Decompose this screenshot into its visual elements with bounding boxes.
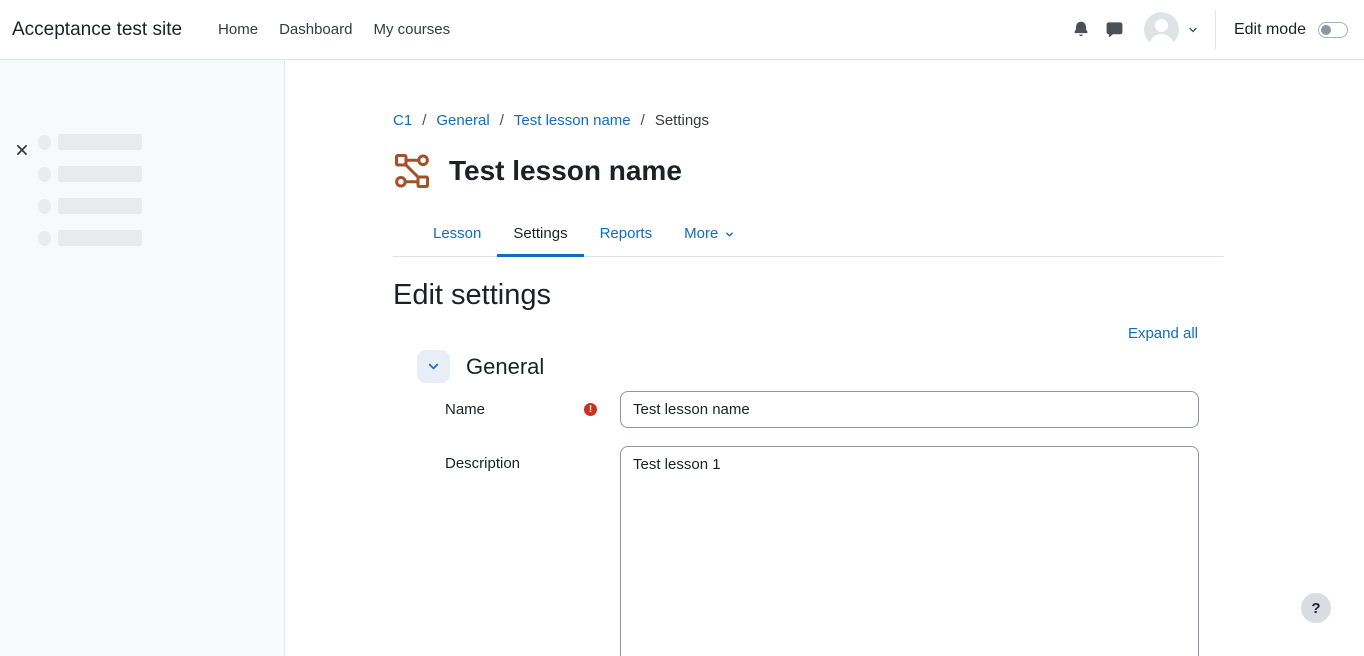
edit-mode-toggle[interactable]: [1318, 22, 1348, 38]
tab-lesson[interactable]: Lesson: [417, 215, 497, 257]
main-content: C1 / General / Test lesson name / Settin…: [285, 60, 1364, 656]
form-row-name: Name !: [445, 391, 1224, 428]
section-general-header: General: [417, 350, 1224, 383]
avatar: [1144, 12, 1179, 47]
edit-mode-label: Edit mode: [1234, 21, 1306, 39]
expand-all-link[interactable]: Expand all: [1128, 325, 1198, 342]
navbar-divider: [1215, 11, 1216, 49]
skeleton-row: [38, 134, 284, 150]
expand-all-row: Expand all: [393, 325, 1224, 343]
form-heading: Edit settings: [393, 279, 1224, 312]
chat-bubble-icon: [1105, 20, 1124, 39]
tab-more[interactable]: More: [668, 215, 751, 257]
breadcrumb-course[interactable]: C1: [393, 112, 412, 129]
navbar-right: Edit mode: [1064, 11, 1348, 49]
breadcrumb-separator: /: [641, 112, 645, 129]
description-textarea[interactable]: Test lesson 1: [620, 446, 1199, 656]
bell-icon: [1071, 20, 1091, 40]
user-menu[interactable]: [1144, 12, 1199, 47]
loading-skeleton: [38, 134, 284, 246]
tab-settings[interactable]: Settings: [497, 215, 583, 257]
skeleton-row: [38, 198, 284, 214]
tab-reports[interactable]: Reports: [584, 215, 669, 257]
chevron-down-icon: [724, 229, 735, 240]
page-header: Test lesson name: [393, 152, 1224, 190]
top-navbar: Acceptance test site Home Dashboard My c…: [0, 0, 1364, 60]
site-brand[interactable]: Acceptance test site: [12, 19, 182, 41]
name-input[interactable]: [620, 391, 1199, 428]
collapse-section-button[interactable]: [417, 350, 450, 383]
question-mark-icon: ?: [1311, 600, 1320, 617]
breadcrumb-separator: /: [422, 112, 426, 129]
messages-button[interactable]: [1098, 13, 1132, 47]
name-label-col: Name !: [445, 401, 620, 418]
section-title: General: [466, 354, 544, 380]
breadcrumb-separator: /: [500, 112, 504, 129]
primary-nav: Home Dashboard My courses: [218, 21, 450, 38]
breadcrumb-current: Settings: [655, 112, 709, 129]
exclamation-circle-icon: !: [584, 403, 597, 416]
lesson-branching-icon: [393, 152, 431, 190]
course-index-drawer: [0, 60, 285, 656]
name-label: Name: [445, 401, 485, 418]
tab-more-label: More: [684, 225, 718, 242]
description-label: Description: [445, 455, 520, 472]
breadcrumb-section[interactable]: General: [436, 112, 489, 129]
page-title: Test lesson name: [449, 155, 682, 187]
skeleton-row: [38, 230, 284, 246]
edit-mode-control: Edit mode: [1234, 21, 1348, 39]
description-label-col: Description: [445, 446, 620, 472]
activity-tabs: Lesson Settings Reports More: [417, 215, 1224, 257]
form-row-description: Description Test lesson 1: [445, 446, 1224, 656]
activity-tabs-bar: Lesson Settings Reports More: [393, 215, 1224, 257]
chevron-down-icon: [1187, 24, 1199, 36]
breadcrumb: C1 / General / Test lesson name / Settin…: [393, 112, 1224, 129]
help-button[interactable]: ?: [1301, 593, 1331, 623]
close-drawer-button[interactable]: [13, 141, 31, 159]
nav-item-my-courses[interactable]: My courses: [373, 21, 450, 38]
chevron-down-icon: [426, 359, 441, 374]
nav-item-dashboard[interactable]: Dashboard: [279, 21, 352, 38]
breadcrumb-activity[interactable]: Test lesson name: [514, 112, 631, 129]
nav-item-home[interactable]: Home: [218, 21, 258, 38]
close-x-icon: [15, 143, 29, 157]
skeleton-row: [38, 166, 284, 182]
notifications-button[interactable]: [1064, 13, 1098, 47]
